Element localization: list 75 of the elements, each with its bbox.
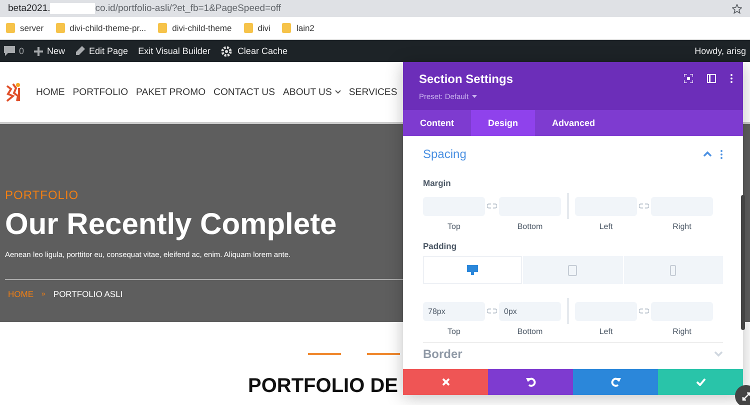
- input-field[interactable]: 0px: [499, 302, 561, 320]
- nav-link[interactable]: PORTFOLIO: [72, 86, 128, 98]
- nav-link[interactable]: PAKET PROMO: [136, 86, 206, 98]
- folder-icon: [6, 23, 15, 33]
- fullscreen-icon[interactable]: [684, 74, 693, 83]
- tablet-icon: [568, 264, 578, 276]
- field-label: Left: [598, 327, 614, 336]
- field-label: Bottom: [516, 222, 544, 231]
- nav-link[interactable]: SERVICES: [348, 86, 398, 98]
- url-text: beta2021.: [8, 3, 50, 14]
- admin-bar-link[interactable]: New: [34, 46, 66, 56]
- settings-tab[interactable]: Advanced: [535, 110, 612, 136]
- nav-link[interactable]: HOME: [36, 86, 65, 98]
- link-icon[interactable]: [487, 308, 497, 314]
- comment-icon: [4, 46, 15, 56]
- input-field[interactable]: 78px: [423, 302, 485, 320]
- field-label: Bottom: [516, 327, 544, 336]
- logo-icon: [5, 82, 22, 102]
- field-label: Top: [446, 327, 462, 336]
- caret-icon: [472, 95, 477, 98]
- undo-button[interactable]: [488, 369, 573, 395]
- device-tab[interactable]: [423, 256, 522, 284]
- link-icon[interactable]: [639, 203, 649, 209]
- admin-bar-link[interactable]: 0: [4, 46, 24, 56]
- caret-icon: [334, 90, 341, 94]
- field-label: Right: [672, 222, 692, 231]
- nav-link[interactable]: ABOUT US: [283, 86, 341, 98]
- link-icon[interactable]: [487, 203, 497, 209]
- field-label: Right: [672, 327, 692, 336]
- phone-icon: [670, 264, 676, 276]
- field-label: Left: [598, 222, 614, 231]
- hero-title: Our Recently Complete: [5, 208, 337, 242]
- check-icon: [696, 378, 706, 386]
- discard-button[interactable]: [403, 369, 488, 395]
- nav-link[interactable]: CONTACT US: [214, 86, 276, 98]
- greeting-text[interactable]: Howdy, arisg: [694, 46, 746, 56]
- folder-icon: [244, 23, 253, 33]
- plus-icon: [34, 46, 44, 56]
- admin-bar-link[interactable]: Clear Cache: [220, 46, 288, 56]
- scrollbar[interactable]: [741, 195, 745, 330]
- section-heading: PORTFOLIO DE: [248, 375, 398, 398]
- link-icon[interactable]: [639, 308, 649, 314]
- undo-icon: [526, 377, 536, 387]
- breadcrumb-current: PORTFOLIO ASLI: [53, 289, 123, 299]
- redo-icon: [610, 377, 620, 387]
- close-icon: [442, 378, 450, 386]
- panel-title: Section Settings: [419, 72, 514, 86]
- more-icon[interactable]: [720, 150, 723, 158]
- gear-icon: [220, 46, 234, 56]
- settings-tab[interactable]: Design: [471, 110, 536, 136]
- desktop-icon: [467, 265, 478, 275]
- folder-icon: [158, 23, 168, 33]
- field-group-label: Margin: [423, 178, 452, 188]
- field-label: Top: [446, 222, 462, 231]
- admin-bar-link[interactable]: Edit Page: [75, 46, 128, 56]
- redaction-block: [50, 3, 96, 14]
- admin-bar-link[interactable]: Exit Visual Builder: [138, 46, 210, 56]
- field-group-label: Padding: [423, 241, 458, 251]
- bookmark-link[interactable]: divi-child-theme-pr...: [56, 23, 146, 33]
- url-text: co.id/portfolio-asli/?et_fb=1&PageSpeed=off: [95, 3, 282, 14]
- pencil-icon: [75, 46, 86, 56]
- resize-icon: [742, 392, 750, 400]
- bookmark-link[interactable]: divi: [244, 23, 270, 33]
- star-icon[interactable]: [732, 4, 742, 14]
- more-icon[interactable]: [730, 74, 733, 83]
- bookmark-link[interactable]: lain2: [282, 23, 314, 33]
- hero-eyebrow: PORTFOLIO: [5, 188, 79, 202]
- bookmark-link[interactable]: divi-child-theme: [158, 23, 232, 33]
- chevron-icon[interactable]: [703, 151, 712, 157]
- folder-icon: [282, 23, 292, 33]
- save-button[interactable]: [658, 369, 743, 395]
- sidebar-icon[interactable]: [707, 74, 716, 83]
- folder-icon: [56, 23, 65, 33]
- settings-tab[interactable]: Content: [403, 110, 471, 136]
- bookmark-link[interactable]: server: [6, 23, 44, 33]
